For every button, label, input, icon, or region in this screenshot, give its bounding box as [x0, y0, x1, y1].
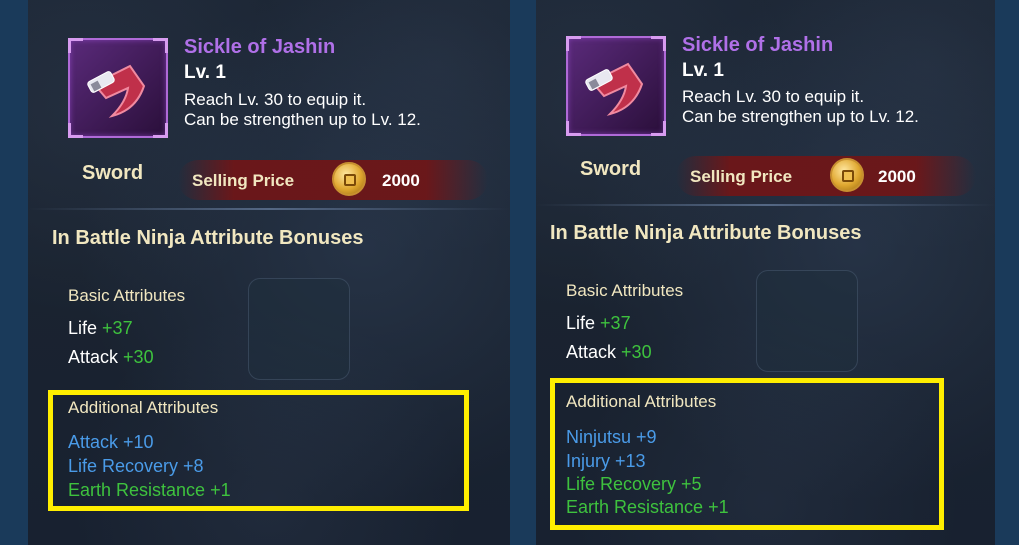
item-level: Lv. 1 — [184, 62, 226, 83]
left-gutter — [0, 0, 28, 545]
basic-attribute-row: Attack +30 — [68, 347, 154, 367]
sickle-weapon-icon — [87, 64, 146, 118]
section-title: In Battle Ninja Attribute Bonuses — [550, 222, 862, 244]
highlight-box — [550, 378, 944, 530]
item-level: Lv. 1 — [682, 60, 724, 81]
highlight-box — [48, 390, 469, 511]
basic-attributes-heading: Basic Attributes — [566, 281, 684, 300]
item-icon-frame — [68, 38, 168, 138]
background-slot — [248, 278, 350, 380]
item-desc-line1: Reach Lv. 30 to equip it. — [184, 90, 367, 109]
item-name: Sickle of Jashin — [682, 34, 834, 56]
item-desc-line1: Reach Lv. 30 to equip it. — [682, 87, 865, 106]
center-gutter — [510, 0, 536, 545]
background-slot — [756, 270, 858, 372]
item-desc-line2: Can be strengthen up to Lv. 12. — [682, 107, 919, 126]
sickle-weapon-icon — [585, 62, 644, 116]
item-name: Sickle of Jashin — [184, 36, 336, 58]
basic-attribute-row: Life +37 — [68, 318, 133, 338]
divider — [536, 204, 995, 206]
selling-price-label: Selling Price — [192, 171, 295, 190]
item-type: Sword — [82, 162, 144, 184]
item-desc-line2: Can be strengthen up to Lv. 12. — [184, 110, 421, 129]
selling-price-label: Selling Price — [690, 167, 793, 186]
item-type: Sword — [580, 158, 642, 180]
section-title: In Battle Ninja Attribute Bonuses — [52, 227, 364, 249]
item-icon-frame — [566, 36, 666, 136]
right-gutter — [995, 0, 1019, 545]
coin-icon — [332, 162, 366, 196]
selling-price-value: 2000 — [878, 167, 916, 186]
item-tooltip-panel-right: Sickle of Jashin Lv. 1 Reach Lv. 30 to e… — [536, 0, 995, 545]
selling-price-value: 2000 — [382, 171, 420, 190]
basic-attributes-heading: Basic Attributes — [68, 286, 186, 305]
basic-attribute-row: Attack +30 — [566, 342, 652, 362]
item-tooltip-panel-left: Sickle of Jashin Lv. 1 Reach Lv. 30 to e… — [28, 0, 510, 545]
divider — [28, 208, 510, 210]
coin-icon — [830, 158, 864, 192]
basic-attribute-row: Life +37 — [566, 313, 631, 333]
